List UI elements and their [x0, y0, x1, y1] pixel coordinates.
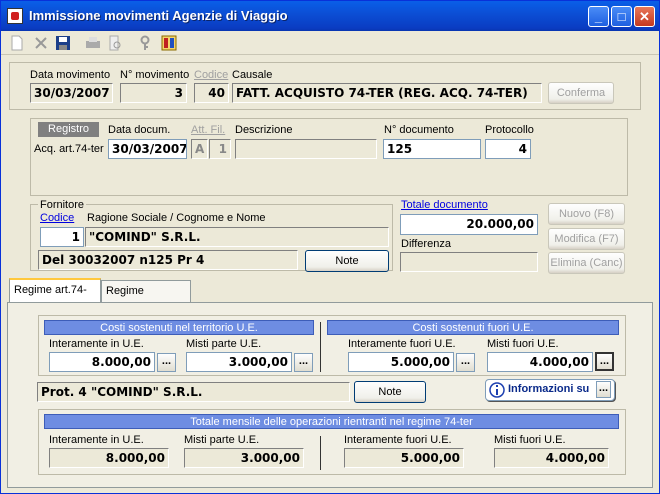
tot-misti-fuori-label: Misti fuori U.E. — [494, 434, 566, 446]
calculator-icon[interactable] — [161, 35, 177, 51]
misti-parte-label: Misti parte U.E. — [186, 338, 262, 350]
n-movimento-label: N° movimento — [120, 69, 190, 81]
print-icon[interactable] — [85, 35, 101, 51]
totali-panel: Totale mensile delle operazioni rientran… — [38, 409, 626, 475]
key-icon[interactable] — [137, 35, 153, 51]
tot-interamente-ue-label: Interamente in U.E. — [49, 434, 144, 446]
modifica-button[interactable]: Modifica (F7) — [548, 228, 625, 250]
tab-regime-74ter[interactable]: Regime art.74-ter — [9, 278, 101, 316]
differenza-field — [400, 252, 538, 272]
codice-field: 40 — [194, 83, 229, 103]
fornitore-note-text: Del 30032007 n125 Pr 4 — [38, 250, 298, 270]
protocollo-label: Protocollo — [485, 124, 534, 136]
divider — [320, 436, 321, 470]
interamente-fuori-lookup-button[interactable]: ... — [456, 353, 475, 372]
descrizione-label: Descrizione — [235, 124, 293, 136]
misti-fuori-label: Misti fuori U.E. — [487, 338, 559, 350]
info-button-label: Informazioni su — [508, 383, 590, 395]
close-icon: ✕ — [639, 9, 650, 24]
registro-panel: Registro Acq. art.74-ter Data docum. 30/… — [30, 118, 628, 196]
differenza-label: Differenza — [401, 238, 451, 250]
costi-panel: Costi sostenuti nel territorio U.E. Cost… — [38, 315, 626, 376]
interamente-ue-field[interactable]: 8.000,00 — [49, 352, 155, 372]
info-button[interactable]: Informazioni su ... — [485, 379, 615, 401]
att-field: A — [191, 139, 208, 159]
title-bar: Immissione movimenti Agenzie di Viaggio … — [1, 1, 659, 31]
att-fil-label: Att. Fil. — [191, 124, 226, 136]
n-documento-field[interactable]: 125 — [383, 139, 481, 159]
interamente-fuori-field[interactable]: 5.000,00 — [348, 352, 454, 372]
movement-panel: Data movimento 30/03/2007 N° movimento 3… — [9, 62, 641, 110]
fornitore-codice-field[interactable]: 1 — [40, 227, 84, 247]
conferma-button[interactable]: Conferma — [548, 82, 614, 104]
print-preview-icon[interactable] — [107, 35, 123, 51]
fornitore-codice-link[interactable]: Codice — [40, 212, 74, 224]
close-button[interactable]: ✕ — [634, 6, 655, 27]
interamente-ue-label: Interamente in U.E. — [49, 338, 144, 350]
costi-ue-header: Costi sostenuti nel territorio U.E. — [44, 320, 314, 335]
causale-label: Causale — [232, 69, 273, 81]
maximize-icon: □ — [617, 9, 626, 24]
n-movimento-field: 3 — [120, 83, 187, 103]
n-documento-label: N° documento — [384, 124, 454, 136]
fornitore-group: Fornitore Codice Ragione Sociale / Cogno… — [30, 199, 393, 272]
tot-misti-fuori-field: 4.000,00 — [494, 448, 609, 468]
tot-misti-parte-field: 3.000,00 — [184, 448, 304, 468]
regime-note-button[interactable]: Note — [354, 381, 426, 403]
descrizione-field — [235, 139, 377, 159]
delete-icon[interactable] — [33, 35, 49, 51]
data-movimento-label: Data movimento — [30, 69, 111, 81]
ragione-sociale-field: "COMIND" S.R.L. — [85, 227, 389, 247]
costi-extra-header: Costi sostenuti fuori U.E. — [327, 320, 619, 335]
tab-content: Costi sostenuti nel territorio U.E. Cost… — [7, 302, 653, 488]
misti-parte-field[interactable]: 3.000,00 — [186, 352, 292, 372]
totale-documento-field[interactable]: 20.000,00 — [400, 214, 538, 235]
maximize-button[interactable]: □ — [611, 6, 632, 27]
main-window: Immissione movimenti Agenzie di Viaggio … — [0, 0, 660, 494]
protocollo-field[interactable]: 4 — [485, 139, 531, 159]
interamente-fuori-label: Interamente fuori U.E. — [348, 338, 456, 350]
tot-misti-parte-label: Misti parte U.E. — [184, 434, 260, 446]
new-document-icon[interactable] — [9, 35, 25, 51]
info-lookup-button[interactable]: ... — [596, 381, 611, 398]
divider — [320, 322, 321, 372]
info-icon — [489, 382, 505, 398]
totali-header: Totale mensile delle operazioni rientran… — [44, 414, 619, 429]
minimize-icon: _ — [594, 9, 603, 24]
data-docum-field[interactable]: 30/03/2007 — [108, 139, 187, 159]
elimina-button[interactable]: Elimina (Canc) — [548, 252, 625, 274]
data-docum-label: Data docum. — [108, 124, 171, 136]
save-icon[interactable] — [55, 35, 71, 51]
app-icon — [7, 8, 23, 24]
fil-field: 1 — [209, 139, 231, 159]
prot-field: Prot. 4 "COMIND" S.R.L. — [37, 382, 350, 402]
ragione-sociale-label: Ragione Sociale / Cognome e Nome — [87, 212, 266, 224]
causale-field: FATT. ACQUISTO 74-TER (REG. ACQ. 74-TER) — [232, 83, 542, 103]
codice-label: Codice — [194, 69, 229, 81]
tot-interamente-fuori-field: 5.000,00 — [344, 448, 464, 468]
misti-fuori-field[interactable]: 4.000,00 — [487, 352, 593, 372]
registro-tab: Registro — [38, 122, 99, 137]
totale-documento-link[interactable]: Totale documento — [401, 199, 488, 211]
toolbar — [1, 31, 659, 55]
data-movimento-field: 30/03/2007 — [30, 83, 113, 103]
interamente-ue-lookup-button[interactable]: ... — [157, 353, 176, 372]
tot-interamente-fuori-label: Interamente fuori U.E. — [344, 434, 452, 446]
misti-fuori-lookup-button[interactable]: ... — [595, 352, 614, 371]
fornitore-note-button[interactable]: Note — [305, 250, 389, 272]
tot-interamente-ue-field: 8.000,00 — [49, 448, 169, 468]
fornitore-label: Fornitore — [38, 199, 87, 211]
misti-parte-lookup-button[interactable]: ... — [294, 353, 313, 372]
registro-value: Acq. art.74-ter — [34, 143, 104, 155]
minimize-button[interactable]: _ — [588, 6, 609, 27]
tab-regime-ordinario[interactable]: Regime Ordinario — [101, 280, 191, 317]
nuovo-button[interactable]: Nuovo (F8) — [548, 203, 625, 225]
window-title: Immissione movimenti Agenzie di Viaggio — [29, 8, 288, 23]
